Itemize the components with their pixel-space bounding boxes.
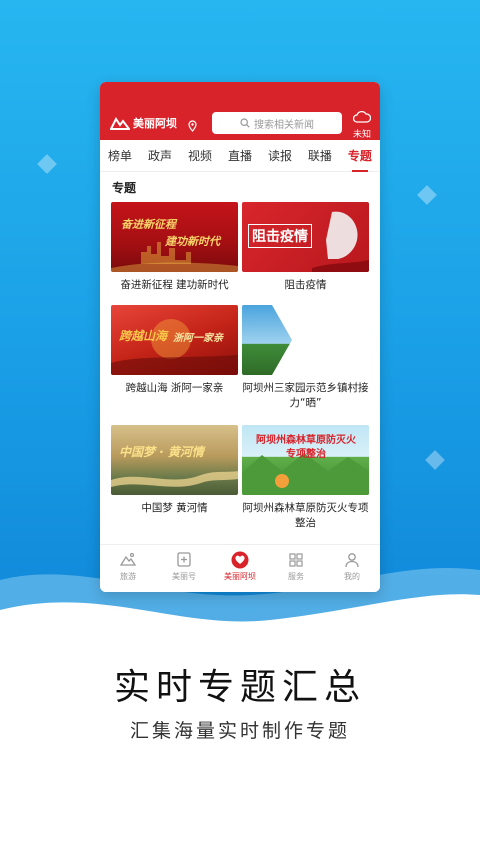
nav-profile[interactable]: 我的 bbox=[327, 551, 377, 582]
channel-tabs: 榜单 政声 视频 直播 读报 联播 专题 bbox=[100, 140, 380, 172]
thumb-headline: 阻击疫情 bbox=[248, 224, 312, 248]
app-header: 美丽阿坝 搜索相关新闻 未知 bbox=[100, 82, 380, 140]
topic-caption: 阿坝州三家园示范乡镇村接力“晒” bbox=[242, 382, 369, 409]
heart-logo-icon bbox=[231, 551, 249, 569]
weather-widget[interactable]: 未知 bbox=[349, 110, 375, 140]
thumb-headline: 中国梦 · 黄河情 bbox=[119, 445, 204, 459]
plus-square-icon bbox=[177, 552, 191, 567]
search-icon bbox=[240, 118, 250, 128]
topic-thumbnail bbox=[242, 305, 369, 375]
tab-bangdan[interactable]: 榜单 bbox=[106, 147, 134, 164]
mountain-icon bbox=[119, 552, 137, 566]
nav-tourism[interactable]: 旅游 bbox=[103, 551, 153, 582]
grid-icon bbox=[289, 553, 303, 567]
tab-zhengsheng[interactable]: 政声 bbox=[146, 147, 174, 164]
topic-caption: 跨越山海 浙阿一家亲 bbox=[125, 382, 224, 394]
topic-thumbnail: 跨越山海 浙阿一家亲 bbox=[111, 305, 238, 375]
nav-label: 美丽阿坝 bbox=[224, 572, 256, 581]
thumb-headline: 阿坝州森林草原防灭火 bbox=[256, 435, 356, 446]
topic-caption: 奋进新征程 建功新时代 bbox=[120, 279, 229, 291]
tab-newspaper[interactable]: 读报 bbox=[266, 147, 294, 164]
topic-caption: 阿坝州森林草原防灭火专项整治 bbox=[242, 502, 369, 529]
topic-thumbnail: 中国梦 · 黄河情 bbox=[111, 425, 238, 495]
cloud-icon bbox=[352, 110, 372, 123]
topic-thumbnail: 阻击疫情 bbox=[242, 202, 369, 272]
tab-live[interactable]: 直播 bbox=[226, 147, 254, 164]
thumb-headline: 专项整治 bbox=[286, 449, 326, 460]
nav-label: 服务 bbox=[288, 572, 304, 581]
phone-screen: 美丽阿坝 搜索相关新闻 未知 榜单 政声 视频 直播 读报 联播 专题 专题 奋… bbox=[100, 82, 380, 592]
tab-video[interactable]: 视频 bbox=[186, 147, 214, 164]
topic-card[interactable]: 阿坝州三家园示范乡镇村接力“晒” bbox=[242, 305, 369, 411]
logo-icon bbox=[110, 117, 130, 130]
topic-caption: 阻击疫情 bbox=[284, 279, 327, 291]
yellow-river-image bbox=[111, 471, 238, 487]
topic-thumbnail: 阿坝州森林草原防灭火 专项整治 bbox=[242, 425, 369, 495]
thumb-headline: 跨越山海 bbox=[119, 329, 168, 343]
topic-card[interactable]: 中国梦 · 黄河情 中国梦 黄河情 bbox=[111, 425, 238, 516]
nav-label: 美丽号 bbox=[172, 572, 196, 581]
nav-meili-hao[interactable]: 美丽号 bbox=[159, 551, 209, 582]
location-pin-icon[interactable] bbox=[188, 120, 197, 132]
thumb-headline: 建功新时代 bbox=[165, 235, 220, 248]
weather-label: 未知 bbox=[352, 130, 371, 140]
topic-caption: 中国梦 黄河情 bbox=[141, 502, 208, 514]
user-icon bbox=[345, 553, 359, 568]
nav-home[interactable]: 美丽阿坝 bbox=[215, 551, 265, 582]
tab-lianbo[interactable]: 联播 bbox=[306, 147, 334, 164]
search-placeholder: 搜索相关新闻 bbox=[254, 119, 314, 131]
nav-service[interactable]: 服务 bbox=[271, 551, 321, 582]
promo-title: 实时专题汇总 bbox=[113, 667, 366, 708]
search-input[interactable]: 搜索相关新闻 bbox=[212, 112, 342, 134]
topic-card[interactable]: 奋进新征程 建功新时代 奋进新征程 建功新时代 bbox=[111, 202, 238, 293]
bottom-nav: 旅游 美丽号 美丽阿坝 服务 我的 bbox=[100, 544, 380, 592]
topic-card[interactable]: 阿坝州森林草原防灭火 专项整治 阿坝州森林草原防灭火专项整治 bbox=[242, 425, 369, 531]
nav-label: 旅游 bbox=[120, 572, 136, 581]
topic-card[interactable]: 阻击疫情 阻击疫情 bbox=[242, 202, 369, 293]
app-logo[interactable]: 美丽阿坝 bbox=[110, 115, 177, 131]
thumb-headline: 浙阿一家亲 bbox=[173, 333, 223, 344]
topic-thumbnail: 奋进新征程 建功新时代 bbox=[111, 202, 238, 272]
tab-topics[interactable]: 专题 bbox=[346, 147, 374, 172]
app-logo-text: 美丽阿坝 bbox=[133, 117, 177, 130]
thumb-headline: 奋进新征程 bbox=[121, 218, 176, 231]
nav-label: 我的 bbox=[344, 572, 360, 581]
promo-subtitle: 汇集海量实时制作专题 bbox=[129, 720, 350, 742]
topic-card[interactable]: 跨越山海 浙阿一家亲 跨越山海 浙阿一家亲 bbox=[111, 305, 238, 396]
section-title: 专题 bbox=[112, 181, 137, 195]
landscape-arrow-image bbox=[242, 305, 292, 375]
